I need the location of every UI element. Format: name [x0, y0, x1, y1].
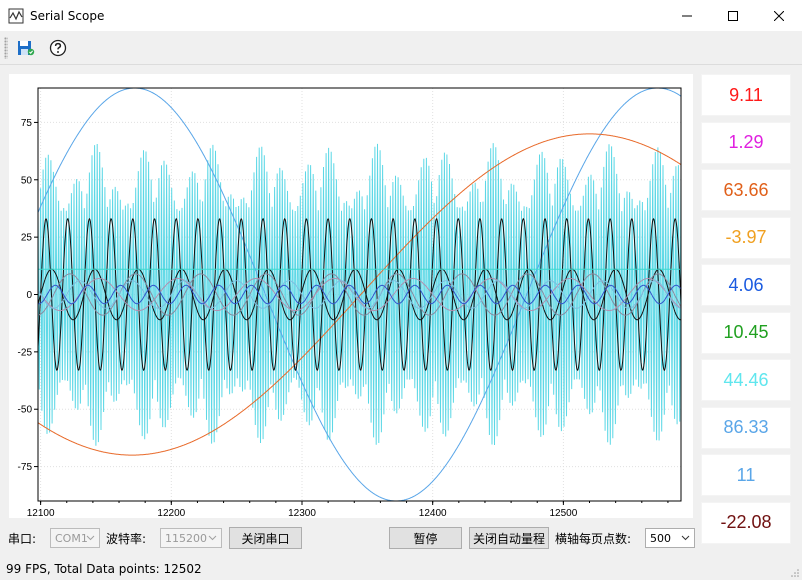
- channel-value-7: 44.46: [701, 359, 791, 401]
- toolbar-grip[interactable]: [4, 36, 8, 59]
- points-per-page-select[interactable]: 500: [645, 528, 695, 548]
- control-bar: 串口: COM1 波特率: 115200 关闭串口 暂停 关闭自动量程 横轴每页…: [0, 526, 802, 550]
- channel-value-4: -3.97: [701, 216, 791, 259]
- window-controls: [664, 0, 802, 31]
- chevron-down-icon: [681, 535, 690, 541]
- maximize-icon: [728, 10, 738, 21]
- y-tick-label: 25: [21, 233, 33, 244]
- window-title: Serial Scope: [30, 8, 105, 23]
- channel-value-9: 11: [701, 454, 791, 496]
- save-icon: [18, 40, 35, 55]
- y-tick-label: 75: [21, 118, 33, 129]
- port-label: 串口:: [8, 532, 37, 546]
- y-tick-label: -50: [18, 405, 33, 416]
- chevron-down-icon: [86, 535, 95, 541]
- baud-label: 波特率:: [106, 532, 147, 546]
- baud-select[interactable]: 115200: [160, 528, 222, 548]
- port-select-value: COM1: [55, 531, 88, 545]
- y-tick-label: -75: [18, 462, 33, 473]
- maximize-button[interactable]: [710, 0, 756, 31]
- close-icon: [774, 10, 784, 21]
- points-per-page-label: 横轴每页点数:: [555, 532, 632, 546]
- x-tick-label: 12400: [419, 508, 447, 518]
- channel-value-6: 10.45: [701, 311, 791, 354]
- channel-value-1: 9.11: [701, 74, 791, 116]
- channel-value-5: 4.06: [701, 264, 791, 306]
- close-button[interactable]: [756, 0, 802, 31]
- help-button[interactable]: [46, 36, 70, 60]
- channel-values: 9.11 1.29 63.66 -3.97 4.06 10.45 44.46 86.33 11-…: [701, 74, 791, 549]
- y-tick-label: 50: [21, 175, 33, 186]
- baud-select-value: 115200: [165, 531, 207, 545]
- points-per-page-value: 500: [650, 531, 671, 545]
- status-bar: 99 FPS, Total Data points: 12502: [0, 558, 802, 580]
- scope-app-icon: [8, 8, 24, 23]
- auto-range-button[interactable]: 关闭自动量程: [469, 527, 549, 549]
- channel-value-8: 86.33: [701, 406, 791, 449]
- y-tick-label: 0: [26, 290, 32, 301]
- close-port-button[interactable]: 关闭串口: [229, 527, 302, 549]
- channel-value-3: 63.66: [701, 169, 791, 211]
- channel-value-2: 1.29: [701, 121, 791, 164]
- title-bar: Serial Scope: [0, 0, 802, 31]
- chevron-down-icon: [208, 535, 217, 541]
- minimize-button[interactable]: [664, 0, 710, 31]
- y-tick-label: -25: [18, 347, 33, 358]
- x-tick-label: 12100: [27, 508, 55, 518]
- scope-chart: 12100 12200 12300 12400 12500 75 50 25 0 -25 -50 -7…: [18, 87, 682, 518]
- app-window: Serial Scope 12100 12200 12300 12400 125…: [0, 0, 802, 580]
- x-tick-label: 12200: [157, 508, 185, 518]
- x-tick-label: 12500: [549, 508, 577, 518]
- help-icon: [49, 39, 67, 56]
- pause-button[interactable]: 暂停: [389, 527, 462, 549]
- minimize-icon: [682, 15, 692, 16]
- x-tick-label: 12300: [288, 508, 316, 518]
- port-select[interactable]: COM1: [50, 528, 100, 548]
- status-text: 99 FPS, Total Data points: 12502: [6, 562, 202, 576]
- resize-grip-icon[interactable]: [790, 568, 800, 578]
- toolbar: [0, 31, 802, 65]
- save-button[interactable]: [14, 36, 38, 60]
- scope-plot[interactable]: 12100 12200 12300 12400 12500 75 50 25 0 -25 -50 -7…: [9, 74, 693, 518]
